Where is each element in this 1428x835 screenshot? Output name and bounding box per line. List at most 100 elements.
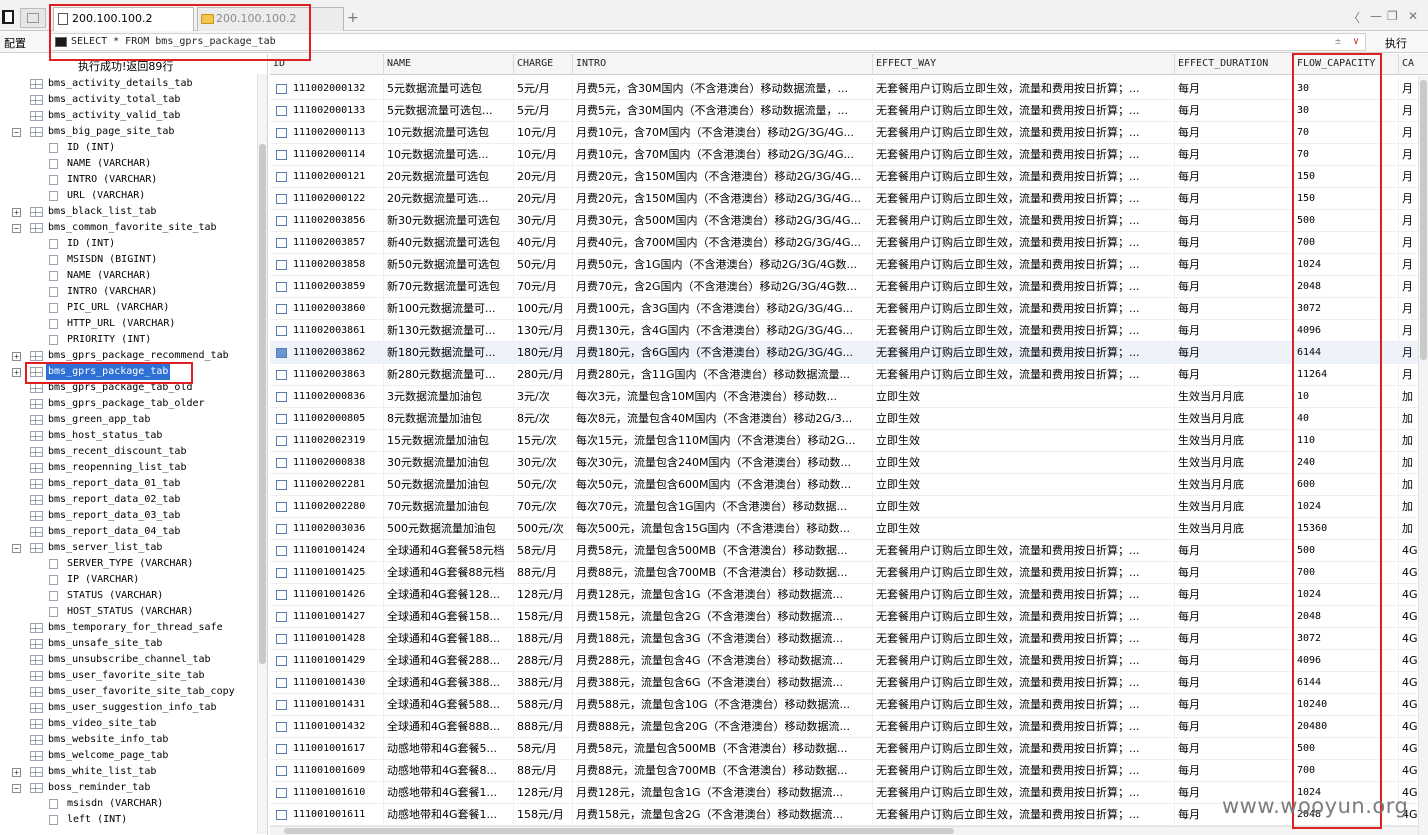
tree-item-table[interactable]: bms_user_favorite_site_tab <box>0 668 258 684</box>
table-cell[interactable]: 15元数据流量加油包 <box>384 430 514 452</box>
table-cell[interactable]: 立即生效 <box>873 474 1175 496</box>
table-cell[interactable]: 月费158元，流量包含2G（不含港澳台）移动数据流... <box>573 606 873 628</box>
table-cell[interactable]: 5元数据流量可选包... <box>384 100 514 122</box>
tree-item-column[interactable]: URL (VARCHAR) <box>0 188 258 204</box>
expand-icon[interactable]: + <box>12 352 21 361</box>
table-cell[interactable]: 月费5元，含30M国内（不含港澳台）移动数据流量，... <box>573 78 873 100</box>
table-cell[interactable]: 全球通和4G套餐388... <box>384 672 514 694</box>
table-cell[interactable]: 无套餐用户订购后立即生效，流量和费用按日折算；... <box>873 628 1175 650</box>
table-cell[interactable]: 无套餐用户订购后立即生效，流量和费用按日折算；... <box>873 144 1175 166</box>
table-cell[interactable]: 月费58元，流量包含500MB（不含港澳台）移动数据... <box>573 738 873 760</box>
table-cell[interactable]: 111001001429 <box>290 650 384 672</box>
tree-item-column[interactable]: STATUS (VARCHAR) <box>0 588 258 604</box>
table-cell[interactable]: 188元/月 <box>514 628 573 650</box>
tab-connection-active[interactable]: 200.100.100.2 <box>53 7 194 31</box>
table-cell[interactable]: 280元/月 <box>514 364 573 386</box>
tree-item-table[interactable]: bms_reopenning_list_tab <box>0 460 258 476</box>
table-cell[interactable]: 每月 <box>1175 628 1294 650</box>
table-cell[interactable]: 无套餐用户订购后立即生效，流量和费用按日折算；... <box>873 254 1175 276</box>
table-cell[interactable]: 30元数据流量加油包 <box>384 452 514 474</box>
table-row[interactable]: 111002000114 10元数据流量可选... 10元/月 月费10元，含70M国… <box>270 144 1428 166</box>
tree-item-table[interactable]: bms_green_app_tab <box>0 412 258 428</box>
execute-button[interactable]: 执行 <box>1385 35 1407 51</box>
table-cell[interactable]: 111002003862 <box>290 342 384 364</box>
table-row[interactable]: 111001001426 全球通和4G套餐128... 128元/月 月费128元，流… <box>270 584 1428 606</box>
table-cell[interactable]: 每次50元，流量包含600M国内（不含港澳台）移动数... <box>573 474 873 496</box>
table-cell[interactable]: 无套餐用户订购后立即生效，流量和费用按日折算；... <box>873 188 1175 210</box>
table-cell[interactable]: 1024 <box>1294 584 1399 606</box>
tree-item-table[interactable]: bms_temporary_for_thread_safe <box>0 620 258 636</box>
tree-item-table[interactable]: + bms_gprs_package_tab <box>0 364 258 380</box>
table-row[interactable]: 111001001428 全球通和4G套餐188... 188元/月 月费188元，流… <box>270 628 1428 650</box>
table-cell[interactable]: 无套餐用户订购后立即生效，流量和费用按日折算；... <box>873 606 1175 628</box>
table-cell[interactable]: 111002002281 <box>290 474 384 496</box>
table-cell[interactable]: 每月 <box>1175 540 1294 562</box>
table-cell[interactable]: 每次8元，流量包含40M国内（不含港澳台）移动2G/3... <box>573 408 873 430</box>
table-cell[interactable]: 15元/次 <box>514 430 573 452</box>
table-cell[interactable]: 每次15元，流量包含110M国内（不含港澳台）移动2G... <box>573 430 873 452</box>
tree-item-table[interactable]: bms_report_data_02_tab <box>0 492 258 508</box>
table-cell[interactable]: 新30元数据流量可选包 <box>384 210 514 232</box>
table-cell[interactable]: 月费128元，流量包含1G（不含港澳台）移动数据流... <box>573 584 873 606</box>
table-cell[interactable]: 5元数据流量可选包 <box>384 78 514 100</box>
table-cell[interactable]: 700 <box>1294 232 1399 254</box>
table-cell[interactable]: 新70元数据流量可选包 <box>384 276 514 298</box>
table-cell[interactable]: 500 <box>1294 540 1399 562</box>
table-cell[interactable]: 全球通和4G套餐588... <box>384 694 514 716</box>
table-cell[interactable]: 全球通和4G套餐188... <box>384 628 514 650</box>
table-cell[interactable]: 150 <box>1294 166 1399 188</box>
table-cell[interactable]: 111002000133 <box>290 100 384 122</box>
table-cell[interactable]: 生效当月月底 <box>1175 518 1294 540</box>
table-cell[interactable]: 6144 <box>1294 342 1399 364</box>
tree-item-table[interactable]: bms_report_data_04_tab <box>0 524 258 540</box>
table-cell[interactable]: 6144 <box>1294 672 1399 694</box>
table-cell[interactable]: 100元/月 <box>514 298 573 320</box>
table-cell[interactable]: 动感地带和4G套餐1... <box>384 782 514 804</box>
table-cell[interactable]: 月费20元，含150M国内（不含港澳台）移动2G/3G/4G... <box>573 188 873 210</box>
table-row[interactable]: 111002003861 新130元数据流量可... 130元/月 月费130元，含4… <box>270 320 1428 342</box>
table-cell[interactable]: 每月 <box>1175 298 1294 320</box>
expand-icon[interactable]: + <box>12 368 21 377</box>
table-cell[interactable]: 30 <box>1294 78 1399 100</box>
table-cell[interactable]: 111002002280 <box>290 496 384 518</box>
table-cell[interactable]: 111001001432 <box>290 716 384 738</box>
collapse-icon[interactable]: − <box>12 544 21 553</box>
tree-item-table[interactable]: bms_welcome_page_tab <box>0 748 258 764</box>
table-cell[interactable]: 每月 <box>1175 78 1294 100</box>
tree-item-column[interactable]: SERVER_TYPE (VARCHAR) <box>0 556 258 572</box>
table-cell[interactable]: 1024 <box>1294 254 1399 276</box>
table-cell[interactable]: 30元/次 <box>514 452 573 474</box>
table-cell[interactable]: 50元数据流量加油包 <box>384 474 514 496</box>
table-cell[interactable]: 月费100元，含3G国内（不含港澳台）移动2G/3G/4G... <box>573 298 873 320</box>
table-cell[interactable]: 每月 <box>1175 694 1294 716</box>
table-cell[interactable]: 立即生效 <box>873 408 1175 430</box>
table-row[interactable]: 111001001425 全球通和4G套餐88元档 88元/月 月费88元，流量包含7… <box>270 562 1428 584</box>
table-cell[interactable]: 新100元数据流量可... <box>384 298 514 320</box>
collapse-icon[interactable]: − <box>12 784 21 793</box>
table-cell[interactable]: 每月 <box>1175 100 1294 122</box>
table-cell[interactable]: 月费188元，流量包含3G（不含港澳台）移动数据流... <box>573 628 873 650</box>
column-header[interactable]: EFFECT_WAY <box>873 54 1175 75</box>
table-cell[interactable]: 111002000836 <box>290 386 384 408</box>
table-cell[interactable]: 全球通和4G套餐288... <box>384 650 514 672</box>
table-cell[interactable]: 111002000122 <box>290 188 384 210</box>
table-cell[interactable]: 500元/次 <box>514 518 573 540</box>
table-cell[interactable]: 生效当月月底 <box>1175 430 1294 452</box>
table-cell[interactable]: 20元数据流量可选... <box>384 188 514 210</box>
table-cell[interactable]: 88元/月 <box>514 562 573 584</box>
minimize-icon[interactable]: — <box>1370 9 1382 23</box>
table-cell[interactable]: 70 <box>1294 122 1399 144</box>
table-cell[interactable]: 每月 <box>1175 650 1294 672</box>
table-cell[interactable]: 新180元数据流量可... <box>384 342 514 364</box>
table-cell[interactable]: 70 <box>1294 144 1399 166</box>
table-cell[interactable]: 10元/月 <box>514 122 573 144</box>
tree-item-column[interactable]: NAME (VARCHAR) <box>0 268 258 284</box>
column-header[interactable]: CHARGE <box>514 54 573 75</box>
table-cell[interactable]: 月费388元，流量包含6G（不含港澳台）移动数据流... <box>573 672 873 694</box>
table-cell[interactable]: 每月 <box>1175 166 1294 188</box>
collapse-icon[interactable]: − <box>12 224 21 233</box>
tree-item-table[interactable]: − bms_common_favorite_site_tab <box>0 220 258 236</box>
tree-item-table[interactable]: + bms_white_list_tab <box>0 764 258 780</box>
table-cell[interactable]: 每月 <box>1175 672 1294 694</box>
table-cell[interactable]: 每月 <box>1175 188 1294 210</box>
